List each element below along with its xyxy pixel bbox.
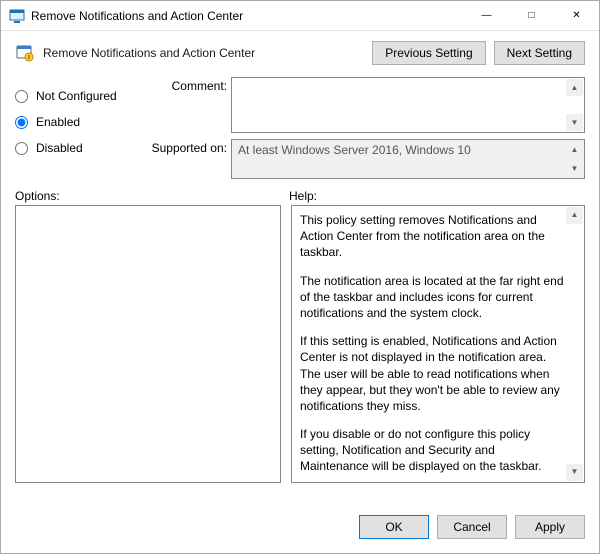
radio-disabled-label: Disabled xyxy=(36,141,83,155)
previous-setting-button[interactable]: Previous Setting xyxy=(372,41,485,65)
radio-enabled-label: Enabled xyxy=(36,115,80,129)
radio-enabled-input[interactable] xyxy=(15,116,28,129)
footer: OK Cancel Apply xyxy=(1,503,599,553)
close-button[interactable]: ✕ xyxy=(554,1,599,30)
options-label: Options: xyxy=(15,189,289,203)
help-label: Help: xyxy=(289,189,585,203)
window-controls: — □ ✕ xyxy=(464,1,599,30)
policy-editor-window: Remove Notifications and Action Center —… xyxy=(0,0,600,554)
header-row: Remove Notifications and Action Center P… xyxy=(1,31,599,71)
help-paragraph: This policy setting removes Notification… xyxy=(300,212,564,261)
help-paragraph: The notification area is located at the … xyxy=(300,273,564,322)
scroll-down-icon[interactable]: ▼ xyxy=(566,464,583,481)
radio-enabled[interactable]: Enabled xyxy=(15,115,135,129)
radio-disabled[interactable]: Disabled xyxy=(15,141,135,155)
config-area: Not Configured Enabled Disabled Comment:… xyxy=(1,71,599,183)
policy-title: Remove Notifications and Action Center xyxy=(43,46,364,60)
maximize-button[interactable]: □ xyxy=(509,1,554,30)
titlebar: Remove Notifications and Action Center —… xyxy=(1,1,599,31)
minimize-button[interactable]: — xyxy=(464,1,509,30)
scroll-up-icon[interactable]: ▲ xyxy=(566,79,583,96)
comment-label: Comment: xyxy=(145,77,227,93)
cancel-button[interactable]: Cancel xyxy=(437,515,507,539)
help-pane[interactable]: This policy setting removes Notification… xyxy=(291,205,585,483)
help-paragraph: If this setting is enabled, Notification… xyxy=(300,333,564,414)
scroll-down-icon[interactable]: ▼ xyxy=(566,114,583,131)
next-setting-button[interactable]: Next Setting xyxy=(494,41,585,65)
state-radio-group: Not Configured Enabled Disabled xyxy=(15,77,135,179)
panes: This policy setting removes Notification… xyxy=(1,205,599,503)
window-title: Remove Notifications and Action Center xyxy=(31,9,464,23)
pane-labels: Options: Help: xyxy=(1,183,599,205)
radio-not-configured-label: Not Configured xyxy=(36,89,117,103)
radio-not-configured-input[interactable] xyxy=(15,90,28,103)
scroll-down-icon[interactable]: ▼ xyxy=(566,160,583,177)
supported-on-label: Supported on: xyxy=(145,139,227,155)
supported-on-value: At least Windows Server 2016, Windows 10 xyxy=(238,143,471,157)
options-pane[interactable] xyxy=(15,205,281,483)
comment-input[interactable]: ▲ ▼ xyxy=(231,77,585,133)
help-paragraph: If you disable or do not configure this … xyxy=(300,426,564,475)
radio-disabled-input[interactable] xyxy=(15,142,28,155)
scroll-up-icon[interactable]: ▲ xyxy=(566,141,583,158)
app-icon xyxy=(9,8,25,24)
radio-not-configured[interactable]: Not Configured xyxy=(15,89,135,103)
scroll-up-icon[interactable]: ▲ xyxy=(566,207,583,224)
supported-on-value-box: At least Windows Server 2016, Windows 10… xyxy=(231,139,585,179)
ok-button[interactable]: OK xyxy=(359,515,429,539)
apply-button[interactable]: Apply xyxy=(515,515,585,539)
policy-icon xyxy=(15,43,35,63)
